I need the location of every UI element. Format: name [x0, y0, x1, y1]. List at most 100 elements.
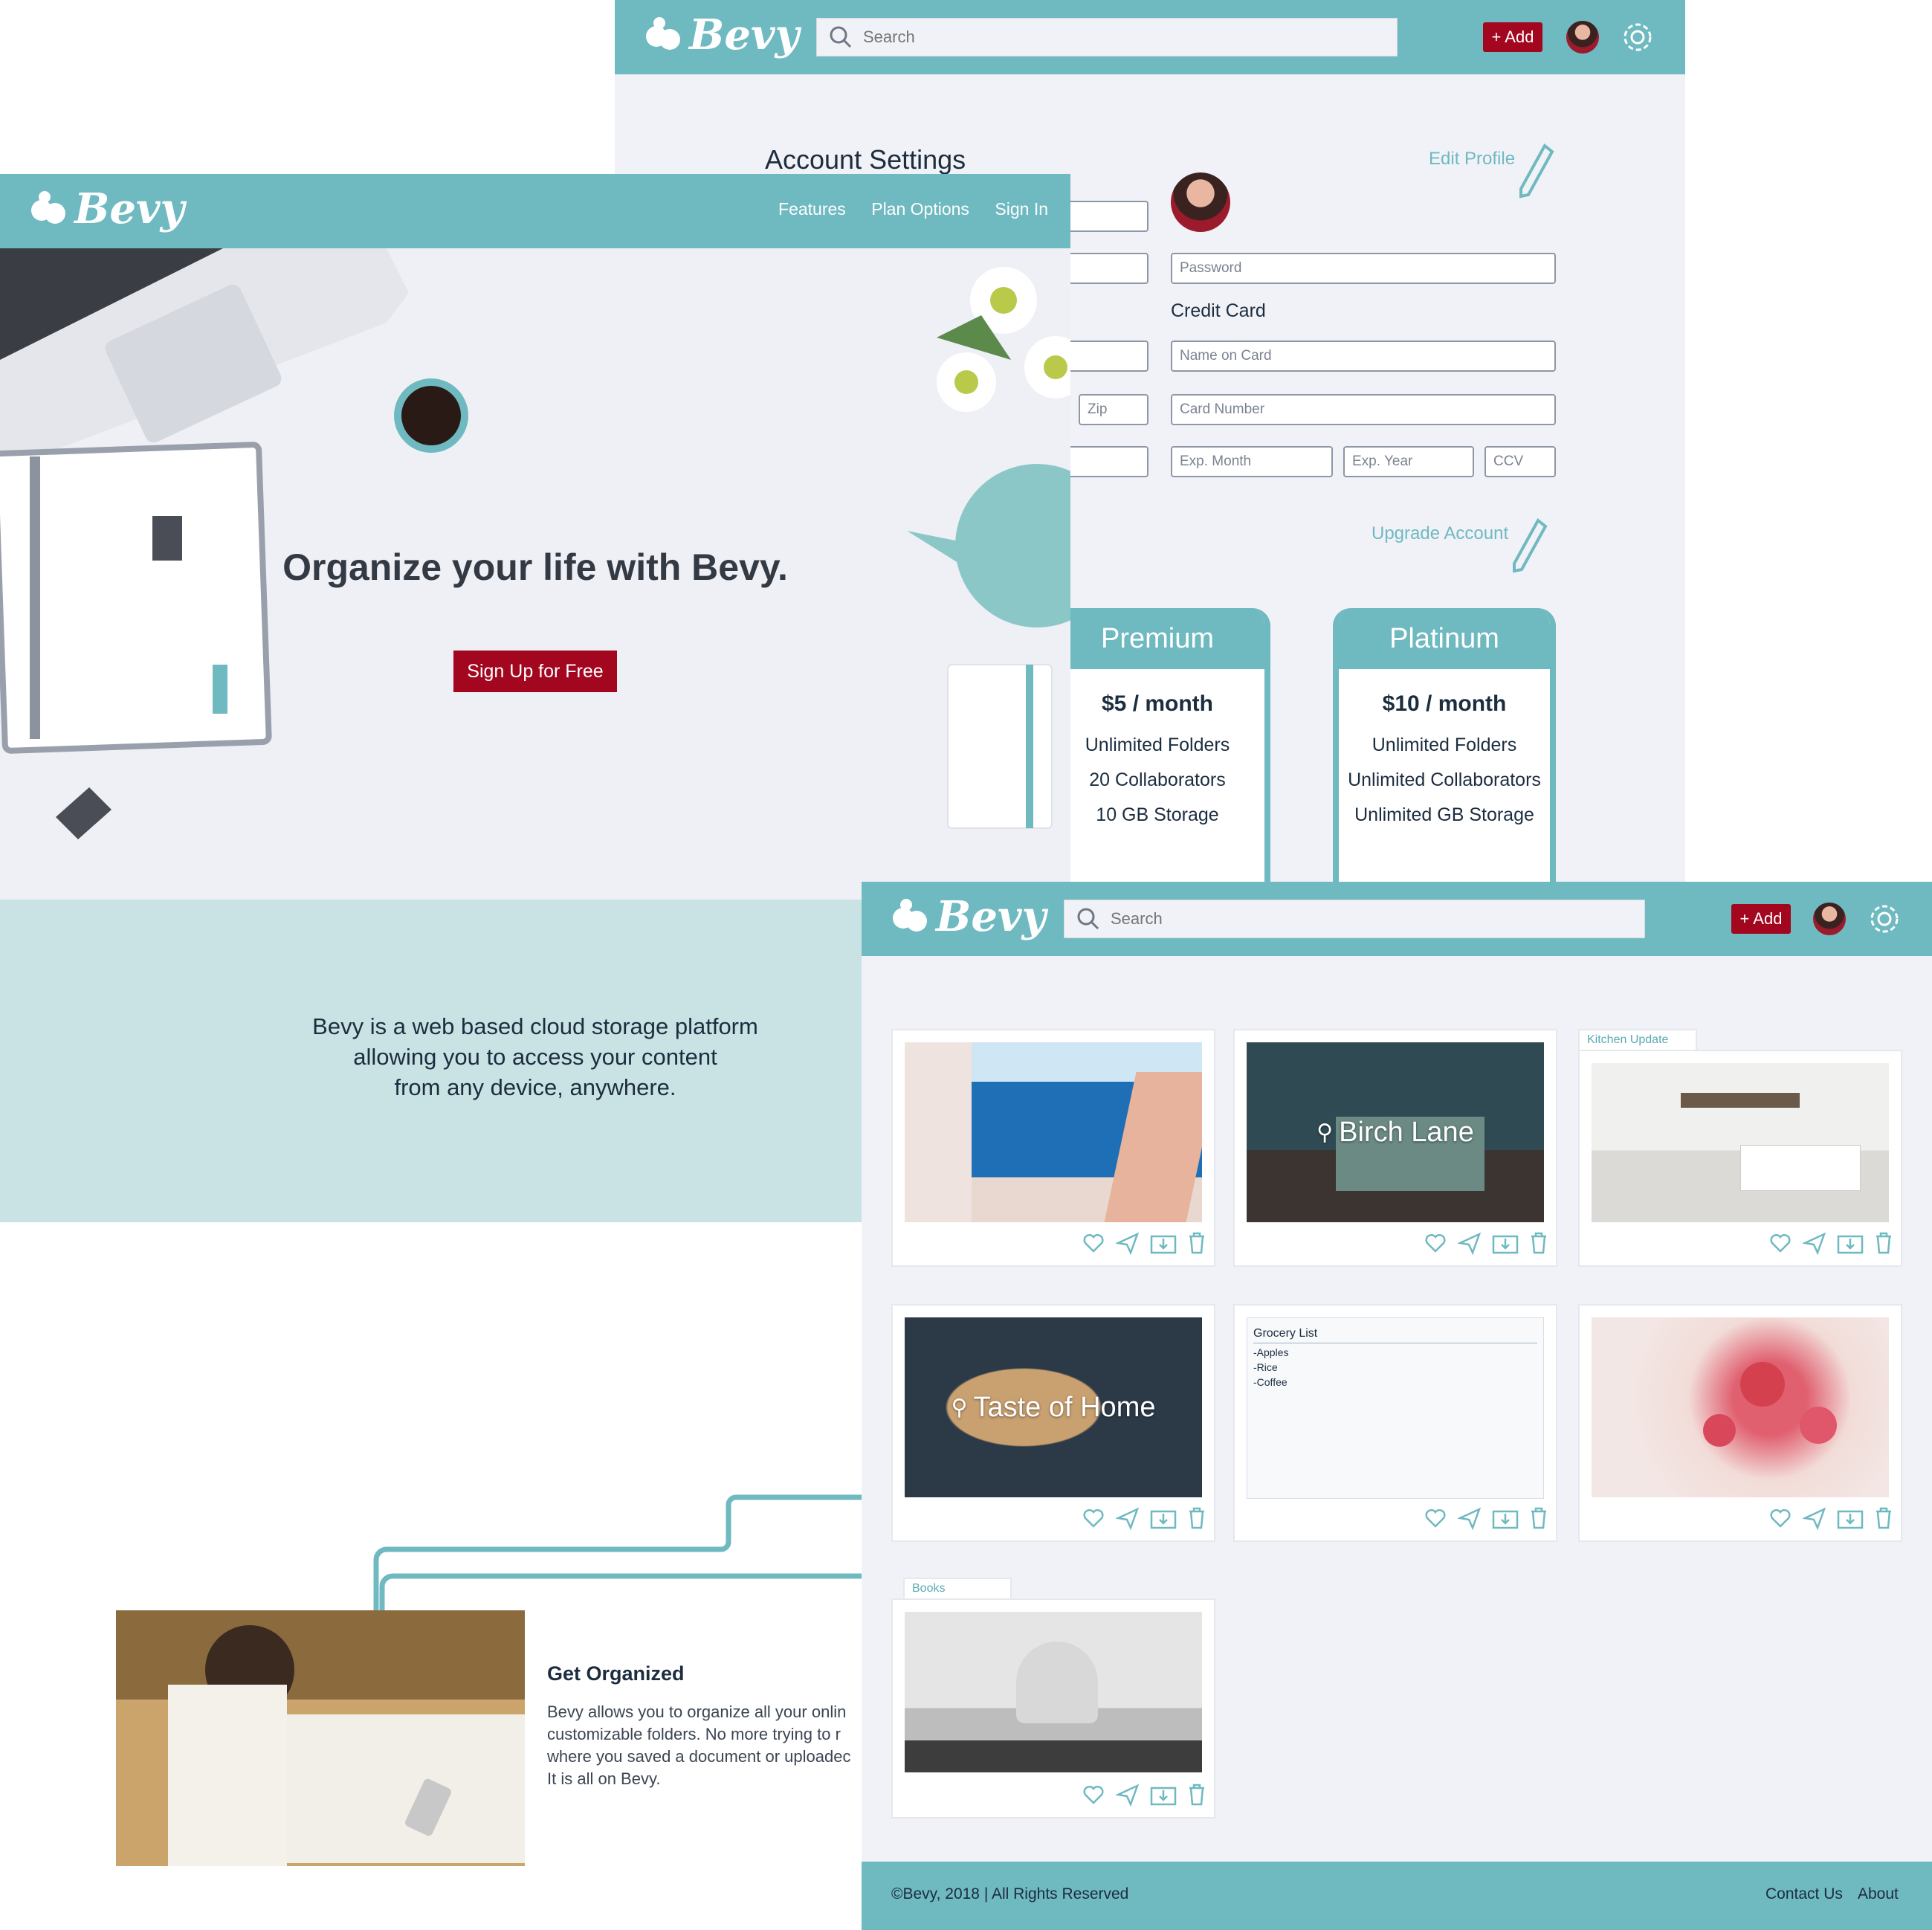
heart-icon[interactable] [1082, 1506, 1105, 1530]
card-actions [1082, 1506, 1206, 1530]
card-image: ⚲ Taste of Home [905, 1317, 1202, 1497]
dashboard-logo-text: Bevy [936, 892, 1047, 941]
edit-profile-label: Edit Profile [1429, 149, 1516, 169]
card-image [905, 1612, 1202, 1772]
feature-line: Bevy allows you to organize all your onl… [547, 1703, 847, 1721]
upgrade-account-link[interactable]: Upgrade Account [1372, 517, 1548, 574]
folder-download-icon[interactable] [1150, 1231, 1177, 1255]
card-actions [1424, 1231, 1548, 1255]
settings-add-button[interactable]: + Add [1483, 22, 1542, 52]
note-title: Grocery List [1253, 1327, 1537, 1343]
settings-header: Bevy + Add [615, 0, 1685, 74]
settings-search-input[interactable] [862, 27, 1311, 48]
send-icon[interactable] [1458, 1506, 1482, 1530]
send-icon[interactable] [1803, 1506, 1826, 1530]
dashboard-logo[interactable]: Bevy [890, 892, 1046, 941]
settings-logo[interactable]: Bevy [643, 10, 799, 59]
trash-icon[interactable] [1187, 1506, 1206, 1530]
name-on-card-field[interactable]: Name on Card [1171, 341, 1556, 372]
settings-search-bar[interactable] [816, 18, 1398, 57]
nav-plan-options[interactable]: Plan Options [871, 199, 969, 219]
nav-features[interactable]: Features [778, 199, 846, 219]
folder-download-icon[interactable] [1150, 1506, 1177, 1530]
folder-card[interactable] [891, 1029, 1215, 1267]
folder-download-icon[interactable] [1492, 1506, 1519, 1530]
card-actions [1424, 1506, 1548, 1530]
password-field[interactable]: Password [1171, 253, 1556, 284]
trash-icon[interactable] [1874, 1506, 1893, 1530]
footer-about-link[interactable]: About [1858, 1885, 1899, 1903]
card-image: ⚲ Birch Lane [1247, 1042, 1544, 1222]
folder-tab[interactable]: Kitchen Update [1578, 1029, 1697, 1051]
nav-sign-in[interactable]: Sign In [995, 199, 1048, 219]
dashboard-search-bar[interactable] [1064, 900, 1645, 938]
dashboard-footer: ©Bevy, 2018 | All Rights Reserved Contac… [862, 1862, 1932, 1930]
landing-logo[interactable]: Bevy [28, 184, 184, 233]
folder-tab[interactable]: Books [903, 1578, 1012, 1600]
heart-icon[interactable] [1082, 1231, 1105, 1255]
plan-name: Platinum [1339, 608, 1550, 669]
card-title-text: Taste of Home [973, 1391, 1156, 1423]
dashboard-search-input[interactable] [1109, 908, 1558, 929]
folder-download-icon[interactable] [1837, 1506, 1864, 1530]
heart-icon[interactable] [1768, 1231, 1792, 1255]
note-item: -Rice [1253, 1361, 1278, 1373]
plan-feature: 10 GB Storage [1096, 804, 1219, 825]
edit-profile-link[interactable]: Edit Profile [1429, 143, 1555, 199]
send-icon[interactable] [1116, 1783, 1140, 1807]
plan-card-platinum[interactable]: Platinum $10 / month Unlimited Folders U… [1333, 608, 1556, 891]
folder-download-icon[interactable] [1837, 1231, 1864, 1255]
signup-button[interactable]: Sign Up for Free [453, 651, 617, 692]
card-actions [1768, 1506, 1893, 1530]
trash-icon[interactable] [1187, 1783, 1206, 1807]
settings-gear-icon[interactable] [1620, 19, 1655, 55]
trash-icon[interactable] [1529, 1506, 1548, 1530]
trash-icon[interactable] [1529, 1231, 1548, 1255]
dashboard-gear-icon[interactable] [1867, 901, 1902, 937]
footer-copyright: ©Bevy, 2018 | All Rights Reserved [891, 1885, 1129, 1902]
upgrade-account-label: Upgrade Account [1372, 523, 1509, 543]
footer-contact-link[interactable]: Contact Us [1765, 1885, 1843, 1903]
plan-price: $5 / month [1101, 691, 1213, 716]
zip-field[interactable]: Zip [1079, 394, 1148, 425]
folder-download-icon[interactable] [1492, 1231, 1519, 1255]
landing-nav: Features Plan Options Sign In [756, 199, 1048, 219]
card-title: ⚲ Birch Lane [1247, 1042, 1544, 1222]
exp-month-field[interactable]: Exp. Month [1171, 446, 1333, 477]
dashboard-avatar[interactable] [1813, 903, 1846, 935]
search-icon [830, 26, 852, 48]
dashboard-add-button[interactable]: + Add [1731, 904, 1791, 934]
trash-icon[interactable] [1874, 1231, 1893, 1255]
card-title: ⚲ Taste of Home [905, 1317, 1202, 1497]
folder-download-icon[interactable] [1150, 1783, 1177, 1807]
bevy-logo-icon [646, 17, 680, 50]
send-icon[interactable] [1116, 1506, 1140, 1530]
trash-icon[interactable] [1187, 1231, 1206, 1255]
folder-card[interactable]: ⚲ Birch Lane [1233, 1029, 1557, 1267]
folder-card[interactable] [1578, 1304, 1902, 1542]
heart-icon[interactable] [1424, 1231, 1447, 1255]
plan-card-premium[interactable]: Premium $5 / month Unlimited Folders 20 … [1044, 608, 1270, 891]
account-settings-title: Account Settings [765, 144, 966, 175]
folder-card[interactable]: ⚲ Taste of Home [891, 1304, 1215, 1542]
hero-section: Organize your life with Bevy. Sign Up fo… [0, 248, 1070, 900]
plan-feature: Unlimited Folders [1085, 735, 1230, 755]
pencil-icon [1513, 517, 1548, 573]
card-number-field[interactable]: Card Number [1171, 394, 1556, 425]
send-icon[interactable] [1803, 1231, 1826, 1255]
heart-icon[interactable] [1424, 1506, 1447, 1530]
send-icon[interactable] [1116, 1231, 1140, 1255]
feature-line: customizable folders. No more trying to … [547, 1725, 841, 1743]
bevy-logo-icon [31, 191, 65, 224]
plan-feature: Unlimited GB Storage [1354, 804, 1534, 825]
heart-icon[interactable] [1082, 1783, 1105, 1807]
folder-card[interactable] [891, 1598, 1215, 1818]
settings-avatar[interactable] [1566, 21, 1599, 54]
send-icon[interactable] [1458, 1231, 1482, 1255]
exp-year-field[interactable]: Exp. Year [1343, 446, 1474, 477]
folder-card[interactable] [1578, 1050, 1902, 1267]
ccv-field[interactable]: CCV [1484, 446, 1556, 477]
heart-icon[interactable] [1768, 1506, 1792, 1530]
landing-logo-text: Bevy [74, 184, 185, 233]
note-card[interactable]: Grocery List -Apples -Rice -Coffee [1233, 1304, 1557, 1542]
